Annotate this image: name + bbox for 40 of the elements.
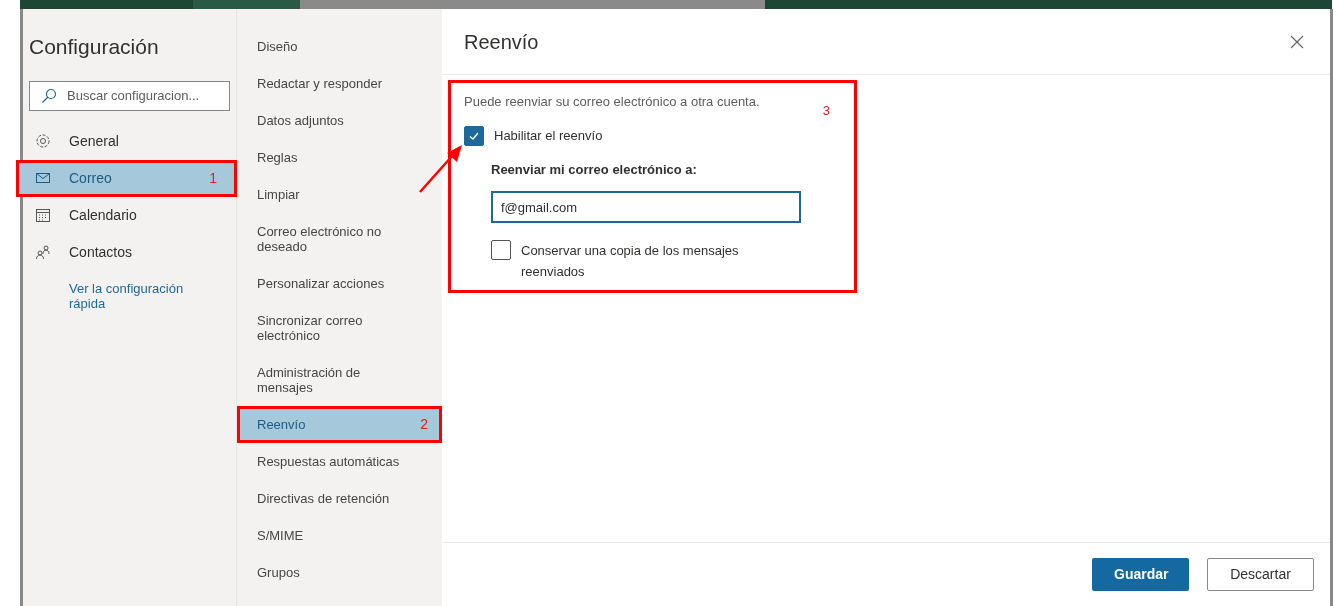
subnav-item[interactable]: Reenvío 2 xyxy=(237,406,442,443)
sidebar-item[interactable]: General xyxy=(23,122,236,160)
checkbox[interactable] xyxy=(491,240,511,260)
subnav-item[interactable]: Reglas xyxy=(237,139,442,176)
sidebar-item[interactable]: Correo 1 xyxy=(16,159,237,197)
subnav-item[interactable]: Directivas de retención xyxy=(237,480,442,517)
field-label: Reenviar mi correo electrónico a: xyxy=(491,160,698,179)
subnav-item[interactable]: Personalizar acciones xyxy=(237,265,442,302)
description: Puede reenviar su correo electrónico a otra cuenta. xyxy=(464,93,760,111)
subnav-item[interactable]: Limpiar xyxy=(237,176,442,213)
subnav-item[interactable]: Correo electrónico no deseado xyxy=(237,213,442,265)
checkbox-label: Habilitar el reenvío xyxy=(494,126,603,145)
calendar-icon xyxy=(35,207,51,223)
gear-icon xyxy=(35,133,51,149)
subnav-item[interactable]: Sincronizar correo electrónico xyxy=(237,302,442,354)
subnav-item[interactable]: Datos adjuntos xyxy=(237,102,442,139)
search-field[interactable]: Buscar configuracion... xyxy=(29,80,230,111)
checkbox[interactable] xyxy=(464,125,484,146)
subnav-item[interactable]: Administración de mensajes xyxy=(237,354,442,406)
close-icon xyxy=(1290,34,1304,49)
sidebar-item[interactable]: Calendario xyxy=(23,196,236,234)
save-button[interactable]: Guardar xyxy=(1092,558,1189,591)
subnav-item[interactable]: Respuestas automáticas xyxy=(237,443,442,480)
people-icon xyxy=(35,244,51,260)
email-field[interactable]: f@gmail.com xyxy=(491,191,801,223)
subnav-item[interactable]: Redactar y responder xyxy=(237,65,442,102)
discard-button[interactable]: Descartar xyxy=(1207,558,1314,591)
subnav-item[interactable]: Grupos xyxy=(237,554,442,591)
sidebar-title: Configuración xyxy=(28,34,160,60)
subnav-item[interactable]: S/MIME xyxy=(237,517,442,554)
annotation-number: 3 xyxy=(822,102,830,120)
checkbox-label: Conservar una copia de los mensajes reenviados xyxy=(521,242,740,281)
mail-icon xyxy=(35,170,51,186)
sidebar-item[interactable]: Contactos xyxy=(23,233,236,271)
subnav-item[interactable]: Diseño xyxy=(237,28,442,65)
quick-settings-link[interactable]: Ver la configuración rápida xyxy=(69,280,209,311)
annotation-number: 1 xyxy=(209,168,217,188)
panel-title: Reenvío xyxy=(464,29,539,55)
annotation-number: 2 xyxy=(420,417,428,432)
search-icon xyxy=(41,87,57,104)
